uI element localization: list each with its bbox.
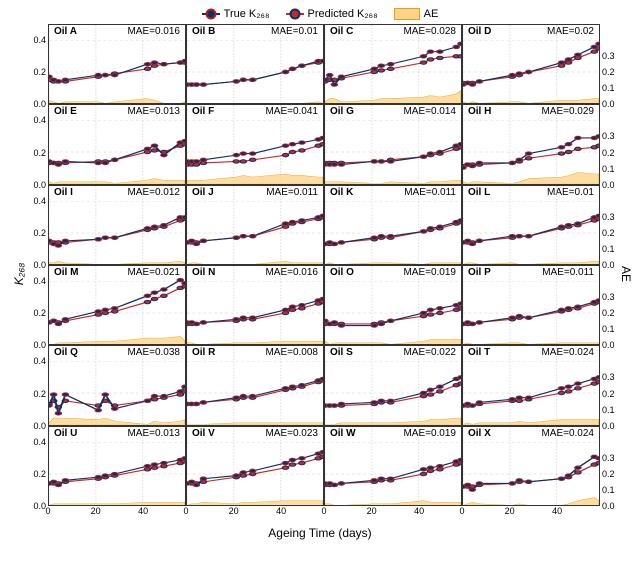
chart-panel-C: Oil CMAE=0.028 <box>324 24 462 104</box>
chart-panel-I: Oil IMAE=0.012 <box>48 185 186 265</box>
chart-panel-N: Oil NMAE=0.016 <box>186 265 324 345</box>
xtick: 20 <box>367 506 377 516</box>
ytick-left: 0.2 <box>16 308 46 318</box>
chart-panel-X: Oil XMAE=0.024 <box>462 426 600 506</box>
ytick-right: 0.0 <box>602 501 628 511</box>
ytick-left: 0.2 <box>16 228 46 238</box>
chart-panel-O: Oil OMAE=0.019 <box>324 265 462 345</box>
chart-panel-D: Oil DMAE=0.02 <box>462 24 600 104</box>
ytick-right: 0.2 <box>602 469 628 479</box>
chart-panel-H: Oil HMAE=0.029 <box>462 104 600 184</box>
ytick-right: 0.1 <box>602 485 628 495</box>
chart-panel-U: Oil UMAE=0.013 <box>48 426 186 506</box>
ytick-right: 0.2 <box>602 389 628 399</box>
ytick-left: 0.4 <box>16 115 46 125</box>
chart-panel-V: Oil VMAE=0.023 <box>186 426 324 506</box>
ytick-left: 0.4 <box>16 35 46 45</box>
ytick-right: 0.1 <box>602 244 628 254</box>
xtick: 0 <box>459 506 464 516</box>
ytick-left: 0.4 <box>16 276 46 286</box>
chart-panel-E: Oil EMAE=0.013 <box>48 104 186 184</box>
ytick-right: 0.2 <box>602 228 628 238</box>
ytick-left: 0.0 <box>16 501 46 511</box>
ytick-left: 0.4 <box>16 196 46 206</box>
xtick: 0 <box>45 506 50 516</box>
chart-panel-K: Oil KMAE=0.011 <box>324 185 462 265</box>
ytick-left: 0.2 <box>16 67 46 77</box>
ytick-right: 0.3 <box>602 372 628 382</box>
ytick-right: 0.1 <box>602 83 628 93</box>
x-axis-label: Ageing Time (days) <box>8 526 632 540</box>
xtick: 0 <box>321 506 326 516</box>
xtick: 40 <box>138 506 148 516</box>
chart-panel-A: Oil AMAE=0.016 <box>48 24 186 104</box>
ytick-right: 0.2 <box>602 308 628 318</box>
ytick-left: 0.2 <box>16 389 46 399</box>
chart-panel-J: Oil JMAE=0.011 <box>186 185 324 265</box>
legend-true-label: True K₂₆₈ <box>224 8 270 20</box>
xtick: 20 <box>229 506 239 516</box>
chart-panel-L: Oil LMAE=0.01 <box>462 185 600 265</box>
ytick-right: 0.2 <box>602 67 628 77</box>
xtick: 40 <box>552 506 562 516</box>
chart-panel-W: Oil WMAE=0.019 <box>324 426 462 506</box>
chart-panel-R: Oil RMAE=0.008 <box>186 345 324 425</box>
ytick-right: 0.1 <box>602 324 628 334</box>
ytick-left: 0.2 <box>16 148 46 158</box>
ytick-right: 0.3 <box>602 453 628 463</box>
legend-ae-label: AE <box>424 8 439 20</box>
ytick-right: 0.3 <box>602 131 628 141</box>
ytick-right: 0.1 <box>602 164 628 174</box>
chart-panel-Q: Oil QMAE=0.038 <box>48 345 186 425</box>
xtick: 40 <box>276 506 286 516</box>
chart-panel-M: Oil MMAE=0.021 <box>48 265 186 345</box>
ytick-right: 0.1 <box>602 405 628 415</box>
chart-panel-B: Oil BMAE=0.01 <box>186 24 324 104</box>
xtick: 20 <box>91 506 101 516</box>
xtick: 40 <box>414 506 424 516</box>
ytick-left: 0.4 <box>16 437 46 447</box>
chart-panel-T: Oil TMAE=0.024 <box>462 345 600 425</box>
xtick: 20 <box>505 506 515 516</box>
chart-panel-S: Oil SMAE=0.022 <box>324 345 462 425</box>
ytick-right: 0.2 <box>602 148 628 158</box>
legend: True K₂₆₈ Predicted K₂₆₈ AE <box>8 8 632 20</box>
legend-pred-label: Predicted K₂₆₈ <box>308 8 378 20</box>
ytick-right: 0.3 <box>602 292 628 302</box>
ytick-right: 0.3 <box>602 51 628 61</box>
ytick-left: 0.2 <box>16 469 46 479</box>
xtick: 0 <box>183 506 188 516</box>
chart-panel-P: Oil PMAE=0.011 <box>462 265 600 345</box>
ytick-right: 0.3 <box>602 212 628 222</box>
chart-panel-F: Oil FMAE=0.041 <box>186 104 324 184</box>
ytick-left: 0.4 <box>16 356 46 366</box>
chart-panel-G: Oil GMAE=0.014 <box>324 104 462 184</box>
